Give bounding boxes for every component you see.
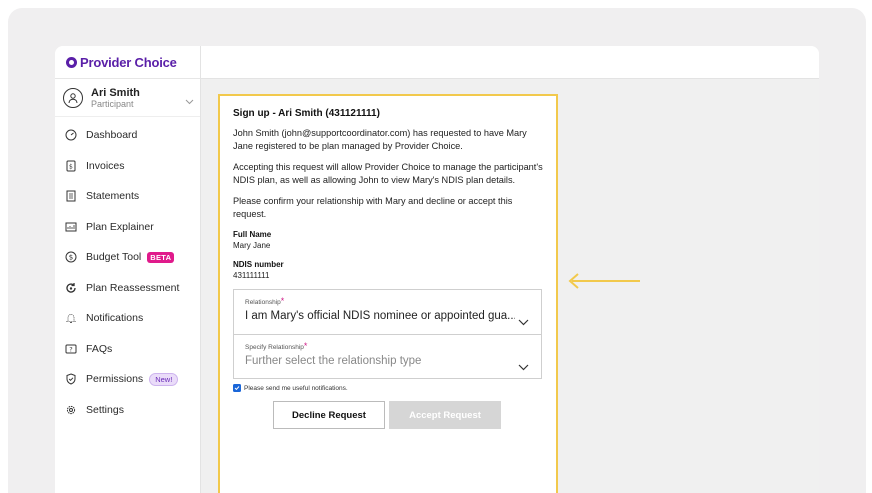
ndis-number-label: NDIS number (233, 260, 284, 269)
sidebar-item-label: Invoices (86, 159, 125, 172)
full-name-label: Full Name (233, 230, 272, 239)
statement-icon (65, 190, 77, 202)
sidebar-item-label: Dashboard (86, 129, 138, 142)
relationship-select[interactable]: Relationship* I am Mary's official NDIS … (234, 290, 541, 334)
sidebar-item-label: Plan Reassessment (86, 281, 180, 294)
beta-badge: BETA (147, 251, 175, 263)
svg-text:$: $ (69, 163, 73, 170)
specify-relationship-placeholder: Further select the relationship type (245, 355, 422, 367)
chevron-down-icon (518, 358, 529, 376)
chevron-down-icon (185, 92, 194, 110)
sidebar-item-label: Statements (86, 190, 140, 203)
sidebar-item-permissions[interactable]: Permissions New! (55, 364, 200, 395)
relationship-fields: Relationship* I am Mary's official NDIS … (233, 289, 542, 379)
svg-text:?: ? (69, 345, 72, 353)
accept-request-button[interactable]: Accept Request (389, 401, 501, 429)
sidebar-item-faqs[interactable]: ? FAQs (55, 334, 200, 365)
invoice-icon: $ (65, 160, 77, 172)
chevron-down-icon (518, 313, 529, 331)
brand-logo[interactable]: Provider Choice (55, 46, 200, 79)
user-switcher[interactable]: Ari Smith Participant (55, 79, 200, 117)
sidebar-item-label: Notifications (86, 312, 144, 325)
confirm-instruction: Please confirm your relationship with Ma… (233, 196, 513, 219)
relationship-value: I am Mary's official NDIS nominee or app… (245, 310, 515, 322)
sidebar-item-label: Settings (86, 403, 124, 416)
relationship-label: Relationship* (245, 296, 285, 307)
user-name: Ari Smith (91, 86, 140, 99)
new-badge: New! (149, 372, 179, 386)
notifications-checkbox[interactable] (233, 384, 241, 392)
required-marker: * (280, 296, 285, 306)
sidebar-item-plan-explainer[interactable]: Plan Explainer (55, 212, 200, 243)
action-buttons: Decline Request Accept Request (233, 401, 544, 429)
shield-icon (65, 373, 77, 385)
chart-icon (65, 221, 77, 233)
svg-text:$: $ (69, 254, 73, 262)
avatar-icon (63, 87, 83, 108)
signup-request-card: Sign up - Ari Smith (431121111) John Smi… (218, 94, 558, 493)
accept-explanation: Accepting this request will allow Provid… (233, 162, 543, 185)
question-icon: ? (65, 343, 77, 355)
sidebar-item-statements[interactable]: Statements (55, 181, 200, 212)
pointer-arrow-icon (568, 273, 640, 289)
sidebar-item-settings[interactable]: Settings (55, 395, 200, 426)
sidebar-item-label: FAQs (86, 342, 113, 355)
sidebar: Provider Choice Ari Smith Participant Da… (55, 46, 201, 493)
dashboard-icon (65, 129, 77, 141)
sidebar-item-label: Budget Tool (86, 251, 142, 264)
browser-frame: Provider Choice Ari Smith Participant Da… (8, 8, 866, 493)
notifications-checkbox-label: Please send me useful notifications. (244, 384, 348, 392)
full-name-value: Mary Jane (233, 241, 271, 250)
brand-name: Provider Choice (80, 54, 177, 70)
bell-icon (65, 312, 77, 324)
sidebar-item-budget-tool[interactable]: $ Budget Tool BETA (55, 242, 200, 273)
sidebar-item-label: Permissions (86, 373, 144, 386)
sidebar-item-label: Plan Explainer (86, 220, 154, 233)
specify-relationship-select[interactable]: Specify Relationship* Further select the… (234, 334, 541, 378)
logo-mark-icon (66, 56, 77, 68)
top-bar (201, 46, 819, 79)
sidebar-nav: Dashboard $ Invoices Statements Plan Exp… (55, 117, 200, 425)
sidebar-item-invoices[interactable]: $ Invoices (55, 151, 200, 182)
decline-request-button[interactable]: Decline Request (273, 401, 385, 429)
ndis-number-value: 431111111 (233, 271, 270, 280)
gear-icon (65, 404, 77, 416)
card-title: Sign up - Ari Smith (431121111) (233, 108, 380, 119)
request-description: John Smith (john@supportcoordinator.com)… (233, 128, 527, 151)
notifications-opt-in: Please send me useful notifications. (233, 384, 544, 392)
app-window: Provider Choice Ari Smith Participant Da… (55, 46, 819, 493)
sidebar-item-dashboard[interactable]: Dashboard (55, 120, 200, 151)
sidebar-item-notifications[interactable]: Notifications (55, 303, 200, 334)
sidebar-item-plan-reassessment[interactable]: Plan Reassessment (55, 273, 200, 304)
dollar-icon: $ (65, 251, 77, 263)
required-marker: * (303, 341, 308, 351)
specify-relationship-label: Specify Relationship* (245, 341, 308, 352)
user-role: Participant (91, 98, 134, 109)
reassessment-icon (65, 282, 77, 294)
